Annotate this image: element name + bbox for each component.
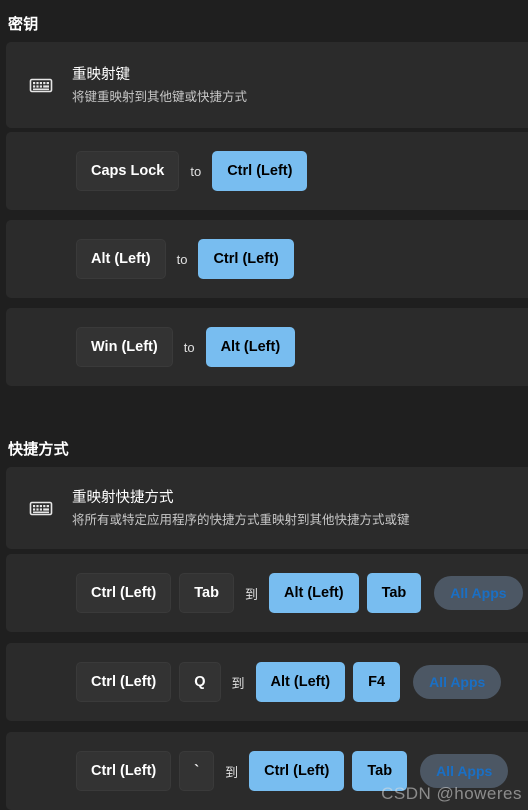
keyboard-icon [28,72,54,98]
source-key[interactable]: Ctrl (Left) [76,751,172,791]
remap-keys-title: 重映射键 [72,66,130,83]
source-key[interactable]: ` [179,751,215,791]
source-key[interactable]: Alt (Left) [76,239,166,279]
source-key[interactable]: Q [179,662,221,702]
mapping-separator: 到 [231,675,245,691]
scope-badge-all-apps[interactable]: All Apps [420,754,509,788]
scope-badge-all-apps[interactable]: All Apps [434,576,523,610]
key-remap-row-content: Alt (Left) to Ctrl (Left) [6,220,528,298]
target-key[interactable]: Ctrl (Left) [249,751,345,791]
shortcut-remap-row-content: Ctrl (Left) Tab 到 Alt (Left) Tab All App… [6,554,528,632]
target-key[interactable]: Alt (Left) [205,327,296,367]
source-key[interactable]: Tab [179,573,234,613]
settings-page: 密钥 重映射键 将键重映射到其他键或快捷方式 Caps Lock to Ctrl… [0,0,528,810]
source-key[interactable]: Ctrl (Left) [76,573,172,613]
target-key[interactable]: Tab [352,751,408,791]
scope-badge-all-apps[interactable]: All Apps [413,665,502,699]
target-key[interactable]: Alt (Left) [268,573,359,613]
shortcut-remap-row[interactable]: Ctrl (Left) Q 到 Alt (Left) F4 All Apps [6,643,528,721]
mapping-separator: to [176,251,188,267]
mapping-separator: 到 [225,764,239,780]
mapping-separator: to [183,339,195,355]
shortcut-remap-row[interactable]: Ctrl (Left) ` 到 Ctrl (Left) Tab All Apps [6,732,528,810]
key-remap-row[interactable]: Alt (Left) to Ctrl (Left) [6,220,528,298]
target-key[interactable]: Ctrl (Left) [198,239,294,279]
remap-keys-subtitle: 将键重映射到其他键或快捷方式 [72,89,248,104]
remap-shortcuts-header-text: 重映射快捷方式 将所有或特定应用程序的快捷方式重映射到其他快捷方式或键 [72,488,410,529]
mapping-separator: to [190,163,202,179]
target-key[interactable]: Alt (Left) [255,662,346,702]
section-title-keys: 密钥 [8,16,39,33]
keyboard-icon [28,495,54,521]
mapping-separator: 到 [244,586,258,602]
remap-keys-header-text: 重映射键 将键重映射到其他键或快捷方式 [72,65,247,106]
target-key[interactable]: Tab [366,573,422,613]
target-key[interactable]: F4 [353,662,401,702]
key-remap-row-content: Caps Lock to Ctrl (Left) [6,132,528,210]
source-key[interactable]: Win (Left) [76,327,173,367]
source-key[interactable]: Caps Lock [76,151,180,191]
section-title-shortcuts: 快捷方式 [8,441,69,458]
remap-shortcuts-title: 重映射快捷方式 [72,489,174,506]
key-remap-row-content: Win (Left) to Alt (Left) [6,308,528,386]
shortcut-remap-row-content: Ctrl (Left) ` 到 Ctrl (Left) Tab All Apps [6,732,528,810]
source-key[interactable]: Ctrl (Left) [76,662,172,702]
remap-shortcuts-subtitle: 将所有或特定应用程序的快捷方式重映射到其他快捷方式或键 [72,512,410,527]
target-key[interactable]: Ctrl (Left) [212,151,308,191]
shortcut-remap-row[interactable]: Ctrl (Left) Tab 到 Alt (Left) Tab All App… [6,554,528,632]
key-remap-row[interactable]: Win (Left) to Alt (Left) [6,308,528,386]
key-remap-row[interactable]: Caps Lock to Ctrl (Left) [6,132,528,210]
remap-keys-header-card[interactable]: 重映射键 将键重映射到其他键或快捷方式 [6,42,528,128]
remap-shortcuts-header-card[interactable]: 重映射快捷方式 将所有或特定应用程序的快捷方式重映射到其他快捷方式或键 [6,467,528,549]
shortcut-remap-row-content: Ctrl (Left) Q 到 Alt (Left) F4 All Apps [6,643,528,721]
